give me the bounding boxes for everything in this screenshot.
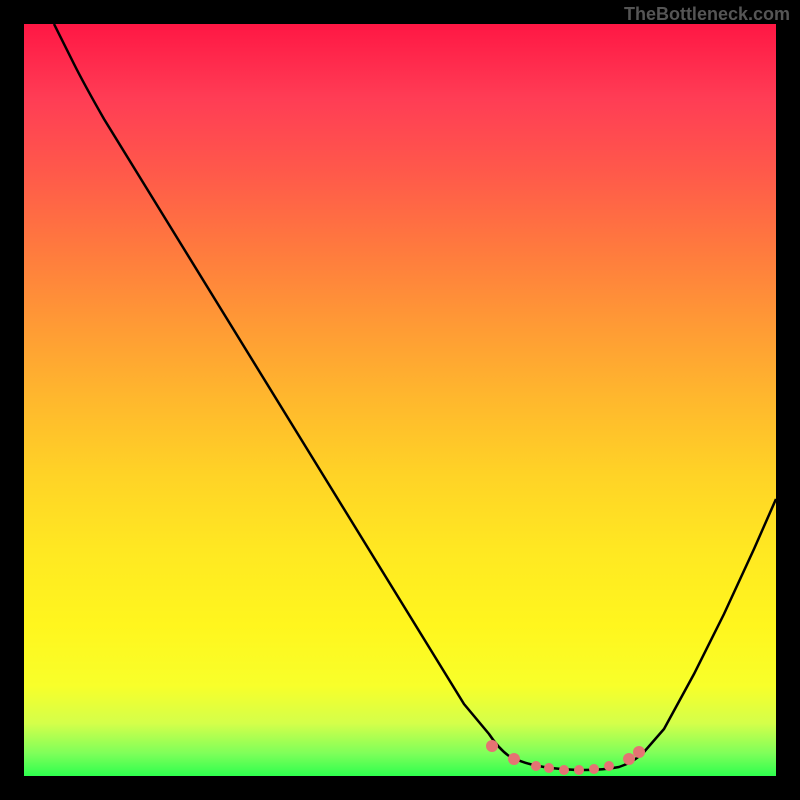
highlight-dot [623,753,635,765]
highlight-dot [574,765,584,775]
highlight-dot [559,765,569,775]
highlight-dot [604,761,614,771]
highlight-dot [531,761,541,771]
highlight-dot [486,740,498,752]
chart-container [24,24,776,776]
bottleneck-curve-line [54,24,776,770]
highlight-dot [544,763,554,773]
highlight-dot [633,746,645,758]
highlight-dots [486,740,645,775]
chart-svg [24,24,776,776]
watermark-text: TheBottleneck.com [624,4,790,25]
highlight-dot [508,753,520,765]
highlight-dot [589,764,599,774]
